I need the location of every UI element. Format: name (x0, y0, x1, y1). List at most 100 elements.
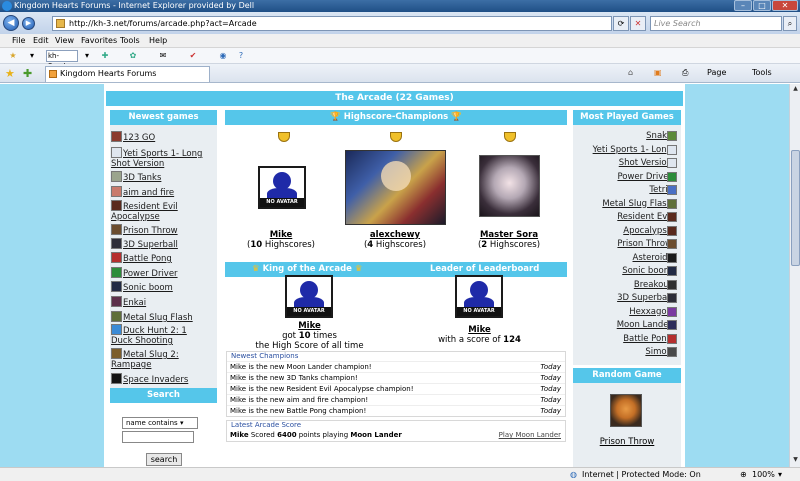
game-thumbnail-icon (111, 311, 122, 322)
game-name: Enkai (123, 298, 147, 308)
king-title-text: King of the Arcade (262, 264, 352, 274)
most-played-link[interactable]: Moon Lander (617, 320, 672, 330)
research-icon[interactable]: ◉ (218, 51, 228, 61)
scrollbar-thumb[interactable] (791, 150, 800, 266)
menu-favorites[interactable]: Favorites (81, 36, 117, 45)
menu-tools[interactable]: Tools (120, 36, 140, 45)
menu-view[interactable]: View (55, 36, 74, 45)
zoom-level[interactable]: 100% (752, 468, 775, 481)
most-played-link[interactable]: Shot Version (619, 158, 672, 168)
most-played-link[interactable]: Hexxagon (629, 307, 672, 317)
most-played-link[interactable]: Power Driver (617, 172, 672, 182)
zoom-icon[interactable]: ⊕ (740, 468, 747, 481)
most-played-link[interactable]: Metal Slug Flash (602, 199, 672, 209)
links-dropdown-icon[interactable]: ▾ (82, 51, 92, 61)
game-thumbnail-icon (111, 348, 122, 359)
king-times: 10 (298, 331, 311, 341)
maximize-button[interactable]: □ (753, 0, 771, 11)
most-played-link[interactable]: Prison Throw (617, 239, 672, 249)
champion-name-link[interactable]: Master Sora (454, 230, 564, 240)
vertical-scrollbar[interactable]: ▲ ▼ (789, 84, 800, 467)
page-viewport: The Arcade (22 Games) Newest games 123 G… (0, 84, 789, 467)
scroll-up-icon[interactable]: ▲ (791, 85, 800, 95)
leader-name-link[interactable]: Mike (422, 325, 537, 335)
newest-game-link[interactable]: Prison Throw (111, 224, 211, 236)
game-thumbnail-icon (111, 324, 122, 335)
most-played-link[interactable]: Battle Pong (623, 334, 672, 344)
stop-icon[interactable]: ✕ (630, 16, 646, 31)
random-game-thumbnail[interactable] (610, 394, 642, 427)
menu-edit[interactable]: Edit (33, 36, 49, 45)
newest-game-link[interactable]: aim and fire (111, 186, 211, 198)
add-favorite-icon[interactable]: ✚ (23, 67, 32, 80)
links-dropdown-icon[interactable]: ▾ (27, 51, 37, 61)
newest-game-link[interactable]: 123 GO (111, 131, 211, 143)
announcement-date: Today (540, 407, 561, 415)
champion-announcement: Mike is the new Moon Lander champion! (230, 363, 372, 371)
page-menu[interactable]: Page (707, 68, 726, 77)
newest-game-link[interactable]: Sonic boom (111, 281, 211, 293)
champion-announcement: Mike is the new aim and fire champion! (230, 396, 369, 404)
game-thumbnail-icon (111, 200, 122, 211)
newest-game-link[interactable]: Power Driver (111, 267, 211, 279)
random-game-link[interactable]: Prison Throw (573, 437, 681, 447)
newest-game-link[interactable]: 3D Superball (111, 238, 211, 250)
close-window-button[interactable]: ✕ (772, 0, 798, 11)
menu-bar: File Edit View Favorites Tools Help (0, 34, 800, 48)
newest-game-link[interactable]: Duck Hunt 2: 1 Duck Shooting (111, 324, 211, 346)
scroll-down-icon[interactable]: ▼ (791, 456, 800, 466)
feed-icon[interactable]: ✚ (100, 51, 110, 61)
champion-name-link[interactable]: alexchewy (340, 230, 450, 240)
newest-game-link[interactable]: Metal Slug Flash (111, 311, 211, 323)
latest-score-game: Moon Lander (350, 431, 402, 439)
most-played-link[interactable]: 3D Superball (617, 293, 672, 303)
game-name: Metal Slug Flash (123, 313, 193, 323)
most-played-link[interactable]: Yeti Sports 1- Long (593, 145, 672, 155)
favorites-star-icon[interactable]: ★ (5, 67, 15, 80)
search-button[interactable]: search (146, 453, 182, 466)
rss-icon[interactable]: ▣ (654, 68, 662, 77)
ie-logo-icon (2, 1, 12, 11)
tab-kingdom-hearts-forums[interactable]: Kingdom Hearts Forums (45, 66, 210, 82)
most-played-link[interactable]: Apocalypse (623, 226, 672, 236)
newest-game-link[interactable]: Metal Slug 2: Rampage (111, 348, 211, 370)
live-search-input[interactable]: Live Search (650, 16, 782, 31)
zoom-dropdown-icon[interactable]: ▾ (778, 468, 782, 481)
mail-icon[interactable]: ✉ (158, 51, 168, 61)
back-button[interactable]: ◀ (3, 15, 19, 31)
refresh-icon[interactable]: ⟳ (613, 16, 629, 31)
addon-icon[interactable]: ✿ (128, 51, 138, 61)
newest-game-link[interactable]: Yeti Sports 1- Long Shot Version (111, 147, 211, 169)
url-input[interactable]: http://kh-3.net/forums/arcade.php?act=Ar… (52, 16, 612, 31)
newest-game-link[interactable]: Battle Pong (111, 252, 211, 264)
tools-menu[interactable]: Tools (752, 68, 772, 77)
links-site-box[interactable]: kh-3.net (46, 50, 78, 70)
game-thumbnail-icon (111, 267, 122, 278)
most-played-link[interactable]: Resident Evil (617, 212, 672, 222)
game-thumbnail-icon (111, 171, 122, 182)
search-go-icon[interactable]: ⌕ (783, 16, 797, 31)
game-thumbnail-icon (667, 293, 677, 303)
print-icon[interactable]: ⎙ (682, 68, 688, 78)
help-icon[interactable]: ? (236, 51, 246, 61)
king-name-link[interactable]: Mike (252, 321, 367, 331)
most-played-link[interactable]: Sonic boom (622, 266, 672, 276)
newest-game-link[interactable]: 3D Tanks (111, 171, 211, 183)
menu-help[interactable]: Help (149, 36, 167, 45)
search-mode-select[interactable]: name contains ▾ (122, 417, 198, 429)
search-input[interactable] (122, 431, 194, 443)
game-thumbnail-icon (111, 131, 122, 142)
links-icon[interactable]: ★ (8, 51, 18, 61)
newest-game-link[interactable]: Enkai (111, 296, 211, 308)
check-icon[interactable]: ✔ (188, 51, 198, 61)
newest-game-link[interactable]: Resident Evil Apocalypse (111, 200, 211, 222)
forward-button[interactable]: ▶ (22, 17, 35, 30)
minimize-button[interactable]: – (734, 0, 752, 11)
champion-name-link[interactable]: Mike (226, 230, 336, 240)
newest-game-link[interactable]: Space Invaders (111, 373, 211, 385)
game-thumbnail-icon (667, 279, 677, 290)
menu-file[interactable]: File (12, 36, 25, 45)
champion-avatar-alexchewy (345, 150, 446, 225)
home-icon[interactable]: ⌂ (628, 68, 633, 77)
play-moon-lander-link[interactable]: Play Moon Lander (499, 430, 561, 441)
